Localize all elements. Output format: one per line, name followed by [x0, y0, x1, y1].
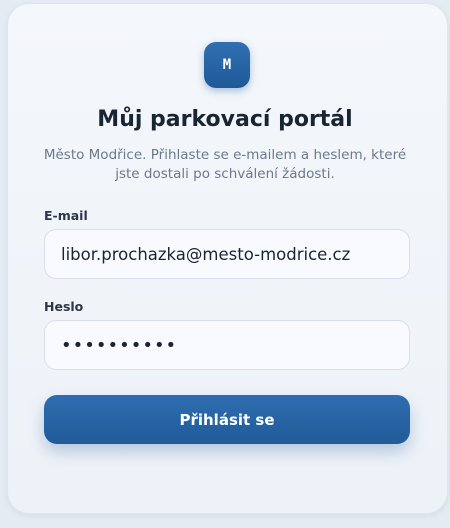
password-field-value: •••••••••• [61, 334, 178, 356]
login-button[interactable]: Přihlásit se [44, 395, 410, 444]
email-field-value: libor.prochazka@mesto-modrice.cz [61, 244, 351, 264]
app-logo: M [204, 42, 250, 88]
email-label: E-mail [44, 208, 88, 223]
password-label: Heslo [44, 299, 84, 314]
logo-letter: M [222, 57, 232, 73]
email-field[interactable]: libor.prochazka@mesto-modrice.cz [44, 229, 410, 279]
password-field[interactable]: •••••••••• [44, 320, 410, 370]
page-subtitle: Město Modřice. Přihlaste se e-mailem a h… [43, 147, 407, 182]
login-button-label: Přihlásit se [179, 410, 275, 429]
page-title: Můj parkovací portál [97, 107, 353, 132]
